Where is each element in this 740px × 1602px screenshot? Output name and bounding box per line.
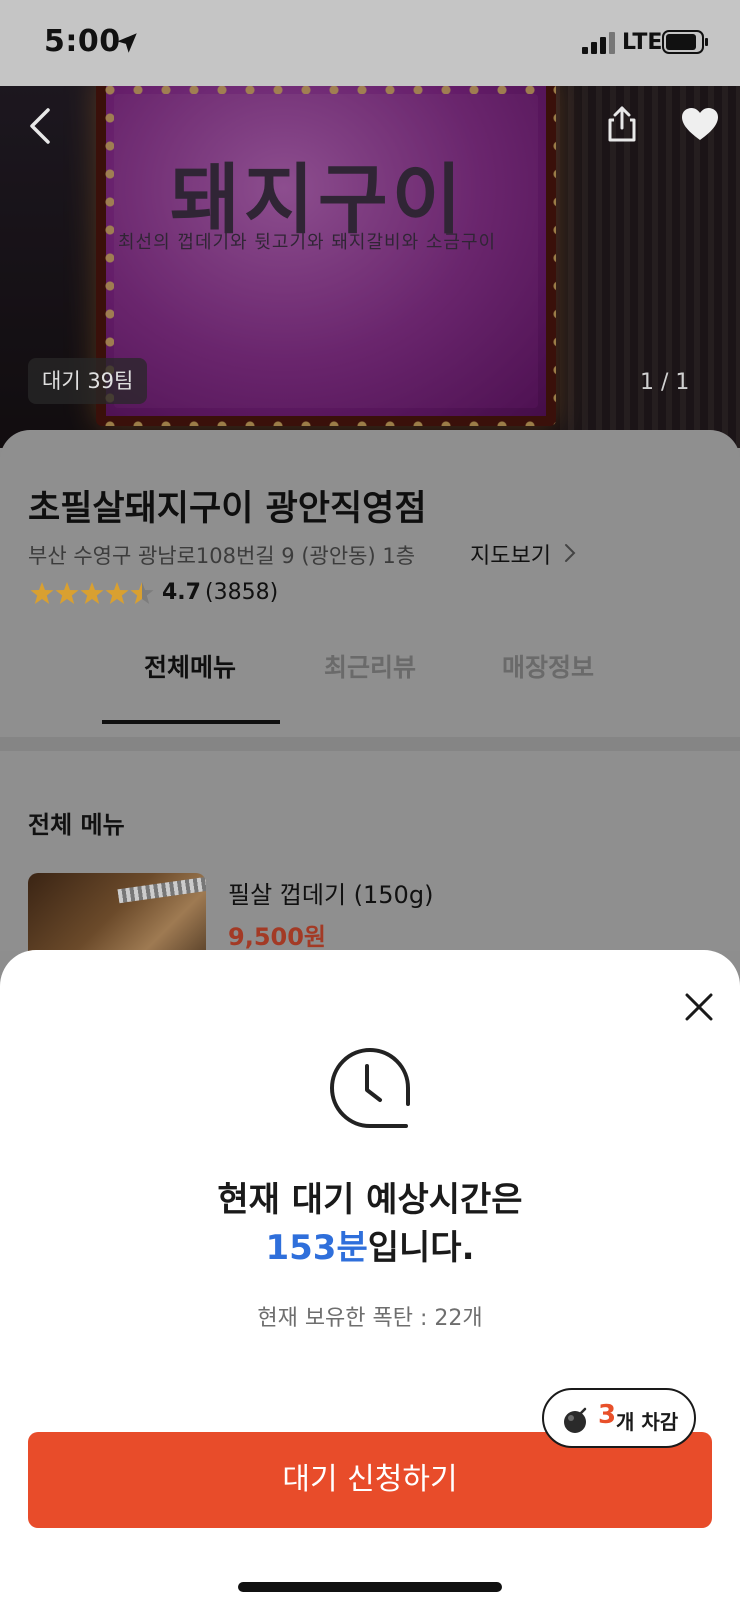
- review-count: (3858): [205, 580, 279, 605]
- menu-item-price: 9,500원: [228, 923, 326, 951]
- tab-recent-reviews[interactable]: 최근리뷰: [280, 648, 460, 684]
- bomb-balance: 현재 보유한 폭탄 : 22개: [257, 1306, 483, 1331]
- store-info-card: 초필살돼지구이 광안직영점 부산 수영구 광남로108번길 9 (광안동) 1층…: [0, 430, 740, 750]
- section-divider: [0, 737, 740, 751]
- waitlist-bottom-sheet: 현재 대기 예상시간은 153분입니다. 현재 보유한 폭탄 : 22개 3 개…: [0, 950, 740, 1602]
- menu-section: 전체 메뉴 필살 껍데기 (150g) 9,500원: [0, 751, 740, 973]
- clock-icon: [330, 1048, 410, 1128]
- image-page-indicator: 1 / 1: [640, 370, 690, 395]
- signal-icon: [582, 32, 615, 54]
- wait-time-label: 현재 대기 예상시간은: [217, 1180, 523, 1220]
- share-icon[interactable]: [604, 104, 640, 144]
- heart-icon[interactable]: [680, 106, 720, 142]
- tab-store-info[interactable]: 매장정보: [458, 648, 638, 684]
- map-view-link[interactable]: 지도보기: [470, 538, 551, 570]
- wait-teams-badge: 대기 39팀: [28, 358, 148, 404]
- menu-section-title: 전체 메뉴: [28, 811, 125, 839]
- deduct-count: 3: [598, 1400, 617, 1430]
- active-tab-indicator: [102, 720, 280, 724]
- close-icon[interactable]: [684, 992, 714, 1022]
- status-bar: 5:00 LTE: [0, 0, 740, 86]
- back-icon[interactable]: [22, 104, 58, 148]
- menu-item-name[interactable]: 필살 껍데기 (150g): [228, 875, 433, 910]
- battery-icon: [662, 30, 708, 54]
- chevron-right-icon: [565, 544, 576, 562]
- status-time: 5:00: [44, 24, 121, 59]
- rating-value: 4.7: [162, 580, 201, 605]
- wait-suffix: 입니다.: [367, 1228, 475, 1268]
- wait-time-value-line: 153분입니다.: [0, 1220, 740, 1269]
- store-name: 초필살돼지구이 광안직영점: [28, 489, 427, 529]
- deduct-label: 개 차감: [616, 1410, 679, 1434]
- bomb-icon: [564, 1407, 587, 1433]
- store-tabs: 전체메뉴 최근리뷰 매장정보: [0, 630, 740, 710]
- rating-stars: [30, 582, 154, 604]
- location-arrow-icon: [117, 33, 137, 53]
- network-label: LTE: [622, 30, 663, 55]
- bomb-deduct-tooltip: 3 개 차감: [542, 1388, 696, 1448]
- tab-all-menu[interactable]: 전체메뉴: [100, 648, 280, 684]
- wait-minutes: 153분: [265, 1228, 368, 1268]
- home-indicator: [238, 1582, 502, 1592]
- store-address: 부산 수영구 광남로108번길 9 (광안동) 1층: [28, 544, 416, 568]
